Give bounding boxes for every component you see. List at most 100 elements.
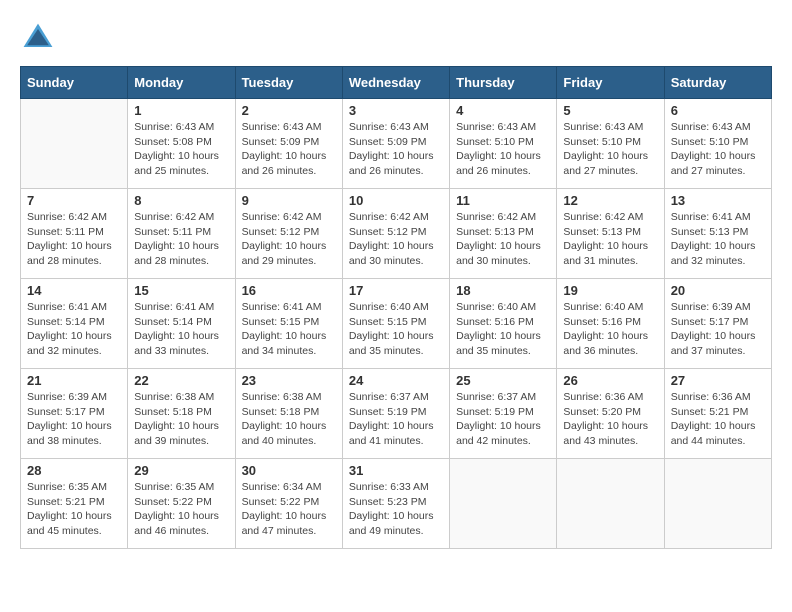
day-info: Sunrise: 6:41 AM Sunset: 5:14 PM Dayligh… [134,300,228,359]
calendar-cell: 8 Sunrise: 6:42 AM Sunset: 5:11 PM Daylig… [128,189,235,279]
day-number: 24 [349,373,443,388]
day-info: Sunrise: 6:42 AM Sunset: 5:12 PM Dayligh… [349,210,443,269]
day-info: Sunrise: 6:43 AM Sunset: 5:08 PM Dayligh… [134,120,228,179]
column-header-thursday: Thursday [450,67,557,99]
page-header [20,20,772,56]
day-info: Sunrise: 6:35 AM Sunset: 5:21 PM Dayligh… [27,480,121,539]
day-number: 22 [134,373,228,388]
calendar-cell: 24 Sunrise: 6:37 AM Sunset: 5:19 PM Dayli… [342,369,449,459]
day-info: Sunrise: 6:41 AM Sunset: 5:14 PM Dayligh… [27,300,121,359]
calendar-week-row: 14 Sunrise: 6:41 AM Sunset: 5:14 PM Dayli… [21,279,772,369]
day-info: Sunrise: 6:37 AM Sunset: 5:19 PM Dayligh… [349,390,443,449]
column-header-sunday: Sunday [21,67,128,99]
day-number: 23 [242,373,336,388]
day-info: Sunrise: 6:41 AM Sunset: 5:15 PM Dayligh… [242,300,336,359]
calendar-cell: 21 Sunrise: 6:39 AM Sunset: 5:17 PM Dayli… [21,369,128,459]
day-number: 29 [134,463,228,478]
day-number: 18 [456,283,550,298]
calendar-cell: 4 Sunrise: 6:43 AM Sunset: 5:10 PM Daylig… [450,99,557,189]
day-number: 20 [671,283,765,298]
day-info: Sunrise: 6:40 AM Sunset: 5:16 PM Dayligh… [456,300,550,359]
calendar-cell: 20Sunrise: 6:39 AM Sunset: 5:17 PM Dayli… [664,279,771,369]
calendar-cell: 15 Sunrise: 6:41 AM Sunset: 5:14 PM Dayli… [128,279,235,369]
logo-icon [20,20,56,56]
day-info: Sunrise: 6:34 AM Sunset: 5:22 PM Dayligh… [242,480,336,539]
calendar-cell: 18 Sunrise: 6:40 AM Sunset: 5:16 PM Dayli… [450,279,557,369]
calendar-cell: 7 Sunrise: 6:42 AM Sunset: 5:11 PM Daylig… [21,189,128,279]
calendar-cell: 22 Sunrise: 6:38 AM Sunset: 5:18 PM Dayli… [128,369,235,459]
calendar-week-row: 21 Sunrise: 6:39 AM Sunset: 5:17 PM Dayli… [21,369,772,459]
day-number: 14 [27,283,121,298]
calendar-cell: 28 Sunrise: 6:35 AM Sunset: 5:21 PM Dayli… [21,459,128,549]
column-header-friday: Friday [557,67,664,99]
day-info: Sunrise: 6:36 AM Sunset: 5:21 PM Dayligh… [671,390,765,449]
day-number: 4 [456,103,550,118]
day-number: 31 [349,463,443,478]
day-number: 11 [456,193,550,208]
day-info: Sunrise: 6:43 AM Sunset: 5:10 PM Dayligh… [456,120,550,179]
column-header-wednesday: Wednesday [342,67,449,99]
day-info: Sunrise: 6:40 AM Sunset: 5:16 PM Dayligh… [563,300,657,359]
day-info: Sunrise: 6:38 AM Sunset: 5:18 PM Dayligh… [242,390,336,449]
calendar-table: SundayMondayTuesdayWednesdayThursdayFrid… [20,66,772,549]
calendar-cell: 30Sunrise: 6:34 AM Sunset: 5:22 PM Dayli… [235,459,342,549]
calendar-cell: 9 Sunrise: 6:42 AM Sunset: 5:12 PM Daylig… [235,189,342,279]
day-info: Sunrise: 6:43 AM Sunset: 5:10 PM Dayligh… [563,120,657,179]
day-number: 27 [671,373,765,388]
day-info: Sunrise: 6:40 AM Sunset: 5:15 PM Dayligh… [349,300,443,359]
day-number: 6 [671,103,765,118]
day-info: Sunrise: 6:43 AM Sunset: 5:09 PM Dayligh… [242,120,336,179]
day-info: Sunrise: 6:42 AM Sunset: 5:11 PM Dayligh… [134,210,228,269]
day-number: 12 [563,193,657,208]
day-number: 3 [349,103,443,118]
calendar-cell: 12 Sunrise: 6:42 AM Sunset: 5:13 PM Dayli… [557,189,664,279]
day-info: Sunrise: 6:33 AM Sunset: 5:23 PM Dayligh… [349,480,443,539]
column-header-saturday: Saturday [664,67,771,99]
day-number: 2 [242,103,336,118]
day-info: Sunrise: 6:42 AM Sunset: 5:11 PM Dayligh… [27,210,121,269]
calendar-cell: 5 Sunrise: 6:43 AM Sunset: 5:10 PM Daylig… [557,99,664,189]
day-number: 13 [671,193,765,208]
calendar-cell: 25Sunrise: 6:37 AM Sunset: 5:19 PM Dayli… [450,369,557,459]
day-number: 17 [349,283,443,298]
day-number: 16 [242,283,336,298]
day-info: Sunrise: 6:39 AM Sunset: 5:17 PM Dayligh… [27,390,121,449]
day-info: Sunrise: 6:37 AM Sunset: 5:19 PM Dayligh… [456,390,550,449]
calendar-cell: 26Sunrise: 6:36 AM Sunset: 5:20 PM Dayli… [557,369,664,459]
calendar-cell [21,99,128,189]
day-number: 26 [563,373,657,388]
day-number: 7 [27,193,121,208]
calendar-cell: 6 Sunrise: 6:43 AM Sunset: 5:10 PM Daylig… [664,99,771,189]
day-number: 1 [134,103,228,118]
day-number: 5 [563,103,657,118]
day-number: 15 [134,283,228,298]
day-number: 21 [27,373,121,388]
calendar-header-row: SundayMondayTuesdayWednesdayThursdayFrid… [21,67,772,99]
calendar-cell: 3 Sunrise: 6:43 AM Sunset: 5:09 PM Daylig… [342,99,449,189]
day-info: Sunrise: 6:38 AM Sunset: 5:18 PM Dayligh… [134,390,228,449]
calendar-cell [557,459,664,549]
day-number: 28 [27,463,121,478]
calendar-cell: 2 Sunrise: 6:43 AM Sunset: 5:09 PM Daylig… [235,99,342,189]
day-info: Sunrise: 6:43 AM Sunset: 5:10 PM Dayligh… [671,120,765,179]
calendar-cell: 14 Sunrise: 6:41 AM Sunset: 5:14 PM Dayli… [21,279,128,369]
calendar-week-row: 7 Sunrise: 6:42 AM Sunset: 5:11 PM Daylig… [21,189,772,279]
calendar-cell: 13 Sunrise: 6:41 AM Sunset: 5:13 PM Dayli… [664,189,771,279]
day-info: Sunrise: 6:42 AM Sunset: 5:12 PM Dayligh… [242,210,336,269]
calendar-cell: 11Sunrise: 6:42 AM Sunset: 5:13 PM Dayli… [450,189,557,279]
calendar-cell: 1 Sunrise: 6:43 AM Sunset: 5:08 PM Daylig… [128,99,235,189]
calendar-cell: 31 Sunrise: 6:33 AM Sunset: 5:23 PM Dayli… [342,459,449,549]
day-info: Sunrise: 6:41 AM Sunset: 5:13 PM Dayligh… [671,210,765,269]
day-number: 8 [134,193,228,208]
calendar-cell [450,459,557,549]
day-info: Sunrise: 6:42 AM Sunset: 5:13 PM Dayligh… [563,210,657,269]
calendar-cell: 23 Sunrise: 6:38 AM Sunset: 5:18 PM Dayli… [235,369,342,459]
logo [20,20,62,56]
day-info: Sunrise: 6:43 AM Sunset: 5:09 PM Dayligh… [349,120,443,179]
day-info: Sunrise: 6:35 AM Sunset: 5:22 PM Dayligh… [134,480,228,539]
day-number: 9 [242,193,336,208]
calendar-week-row: 1 Sunrise: 6:43 AM Sunset: 5:08 PM Daylig… [21,99,772,189]
calendar-cell: 10Sunrise: 6:42 AM Sunset: 5:12 PM Dayli… [342,189,449,279]
column-header-tuesday: Tuesday [235,67,342,99]
day-number: 19 [563,283,657,298]
